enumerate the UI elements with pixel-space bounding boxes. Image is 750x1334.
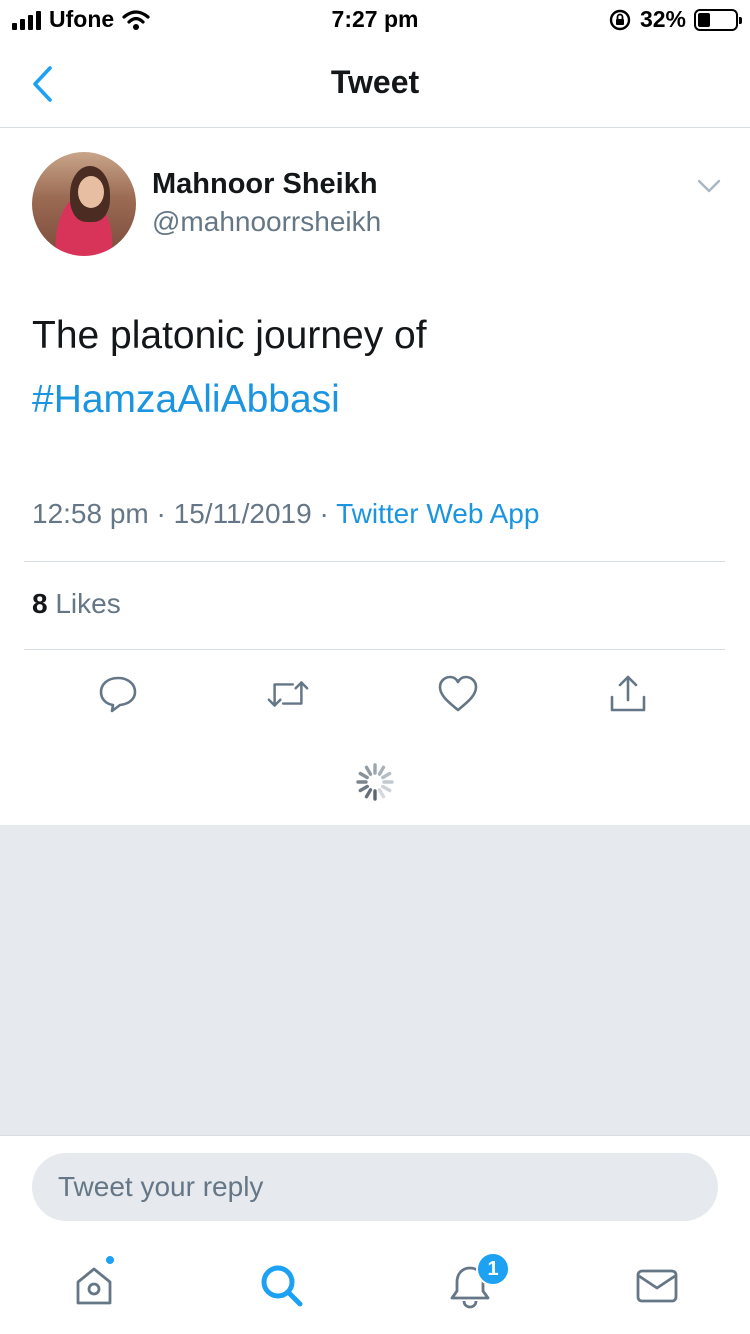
tab-home[interactable] bbox=[70, 1262, 118, 1310]
like-icon bbox=[438, 675, 478, 712]
likes-link[interactable]: 8 Likes bbox=[32, 588, 121, 620]
home-icon bbox=[76, 1267, 112, 1305]
replies-area bbox=[0, 825, 750, 1135]
tweet-meta: 12:58 pm · 15/11/2019 · Twitter Web App bbox=[32, 498, 539, 530]
like-button[interactable] bbox=[436, 672, 480, 716]
loading-spinner-icon bbox=[356, 763, 394, 801]
likes-label: Likes bbox=[55, 588, 121, 619]
divider bbox=[24, 649, 725, 650]
reply-icon bbox=[99, 676, 137, 713]
hashtag-link[interactable]: #HamzaAliAbbasi bbox=[32, 368, 722, 432]
orientation-lock-icon bbox=[609, 9, 631, 30]
battery-fill bbox=[698, 12, 710, 27]
messages-icon bbox=[636, 1269, 678, 1303]
chevron-down-icon bbox=[697, 179, 721, 193]
notifications-badge: 1 bbox=[476, 1252, 510, 1286]
retweet-button[interactable] bbox=[266, 672, 310, 716]
tweet-text: The platonic journey of #HamzaAliAbbasi bbox=[32, 304, 722, 432]
meta-separator: · bbox=[319, 498, 329, 529]
reply-bar: Tweet your reply bbox=[0, 1135, 750, 1235]
author-handle[interactable]: @mahnoorrsheikh bbox=[152, 206, 381, 238]
home-new-indicator bbox=[104, 1254, 116, 1266]
tweet-time: 12:58 pm bbox=[32, 498, 149, 529]
avatar-face bbox=[78, 176, 104, 208]
tweet-source-link[interactable]: Twitter Web App bbox=[336, 498, 539, 529]
status-bar: Ufone 7:27 pm 32% bbox=[0, 0, 750, 40]
author-name[interactable]: Mahnoor Sheikh bbox=[152, 168, 378, 201]
reply-button[interactable] bbox=[96, 672, 140, 716]
avatar[interactable] bbox=[32, 152, 136, 256]
reply-input[interactable]: Tweet your reply bbox=[32, 1153, 718, 1221]
meta-separator: · bbox=[156, 498, 166, 529]
share-button[interactable] bbox=[606, 672, 650, 716]
status-right: 32% bbox=[608, 6, 742, 33]
tab-messages[interactable] bbox=[633, 1262, 681, 1310]
tweet-body: The platonic journey of bbox=[32, 314, 427, 357]
page-title: Tweet bbox=[330, 64, 420, 100]
search-icon bbox=[261, 1265, 303, 1307]
battery-icon bbox=[694, 8, 742, 31]
nav-bar: Tweet bbox=[0, 40, 750, 128]
divider bbox=[24, 561, 725, 562]
tab-search[interactable] bbox=[258, 1262, 306, 1310]
retweet-icon bbox=[267, 681, 309, 707]
likes-count: 8 bbox=[32, 588, 48, 619]
tweet-date: 15/11/2019 bbox=[173, 498, 312, 529]
share-icon bbox=[610, 675, 646, 712]
battery-percent: 32% bbox=[639, 6, 686, 32]
more-options-button[interactable] bbox=[694, 174, 724, 198]
